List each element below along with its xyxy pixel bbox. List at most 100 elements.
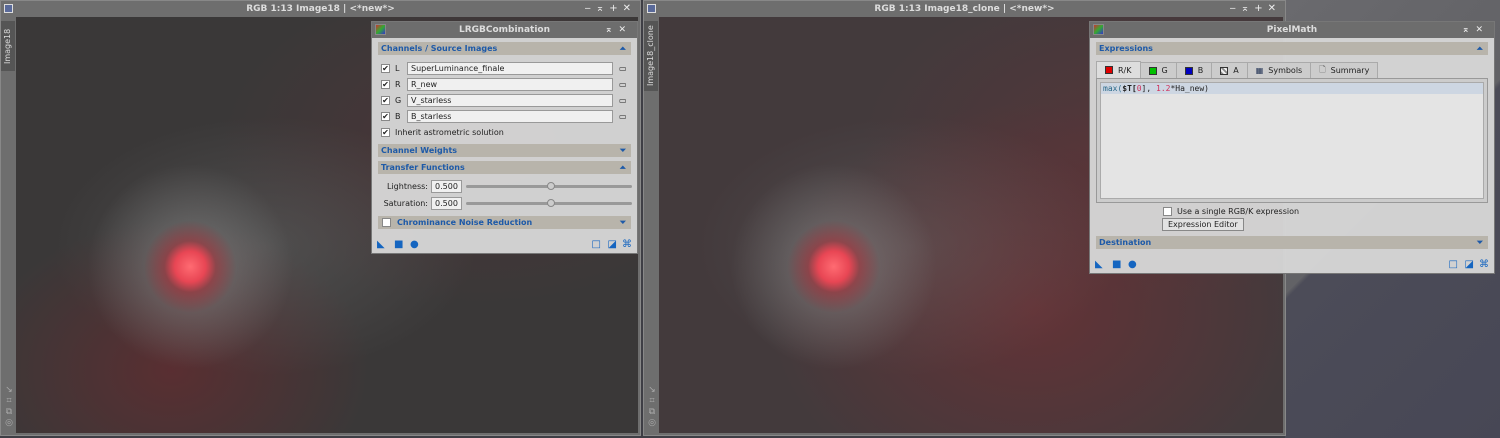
channel-checkbox[interactable]: ✔ xyxy=(381,79,390,89)
resize-icon[interactable]: ↘ xyxy=(3,385,15,396)
apply-global-icon[interactable]: ■ xyxy=(1112,259,1121,270)
target-icon[interactable]: ◎ xyxy=(3,418,15,429)
window-controls[interactable]: ‒⌅+✕ xyxy=(584,1,636,17)
section-channels[interactable]: Channels / Source Images ⏶ xyxy=(378,42,631,55)
target-icon[interactable]: ◎ xyxy=(646,418,658,429)
select-view-icon[interactable]: ▭ xyxy=(619,96,627,105)
expand-icon[interactable]: ⏷ xyxy=(620,216,626,229)
section-channel-weights[interactable]: Channel Weights ⏷ xyxy=(378,144,631,157)
apply-icon[interactable]: ● xyxy=(1128,259,1137,270)
tab-a[interactable]: A xyxy=(1211,62,1248,78)
expand-icon[interactable]: ⏷ xyxy=(1477,236,1483,249)
pixelmath-dialog: PixelMath ⌅✕ Expressions ⏶ R/K G B A ▦ Symb… xyxy=(1089,21,1495,274)
expand-icon[interactable]: ⏷ xyxy=(620,144,626,157)
section-transfer-functions[interactable]: Transfer Functions ⏶ xyxy=(378,161,631,174)
fit-icon[interactable]: ⌗ xyxy=(3,396,15,407)
alpha-swatch-icon xyxy=(1220,66,1229,75)
red-swatch-icon xyxy=(1105,66,1113,74)
channel-checkbox[interactable]: ✔ xyxy=(381,111,390,121)
collapse-icon[interactable]: ⏶ xyxy=(620,42,626,55)
channel-row-l: ✔ L SuperLuminance_finale ▭ xyxy=(372,60,637,76)
close-icon[interactable]: ✕ xyxy=(1268,3,1281,14)
browse-doc-icon[interactable]: □ xyxy=(592,239,601,250)
process-icon xyxy=(1093,24,1104,35)
shade-icon[interactable]: ⌅ xyxy=(605,25,619,35)
lightness-slider[interactable] xyxy=(466,182,632,190)
single-expression-checkbox[interactable] xyxy=(1163,207,1172,216)
window-controls[interactable]: ‒⌅+✕ xyxy=(1229,1,1281,17)
new-instance-icon[interactable]: ◣ xyxy=(1095,259,1103,270)
clone-icon[interactable]: ⧉ xyxy=(646,407,658,418)
new-instance-icon[interactable]: ◣ xyxy=(377,239,385,250)
select-view-icon[interactable]: ▭ xyxy=(619,112,627,121)
minimize-icon[interactable]: ‒ xyxy=(1229,3,1240,14)
view-id-tab[interactable]: Image18 xyxy=(1,21,15,71)
reset-icon[interactable]: ◪ xyxy=(608,239,617,250)
select-view-icon[interactable]: ▭ xyxy=(619,80,627,89)
fit-icon[interactable]: ⌗ xyxy=(646,396,658,407)
view-id-tab[interactable]: Image18_clone xyxy=(644,21,658,91)
document-icon: 🗋 xyxy=(1319,64,1326,74)
blue-swatch-icon xyxy=(1184,66,1193,75)
noise-checkbox[interactable] xyxy=(382,218,391,227)
expression-editor[interactable]: max($T[0], 1.2*Ha_new) xyxy=(1100,82,1484,199)
channel-image-input[interactable]: R_new xyxy=(407,77,613,91)
preferences-icon[interactable]: ⌘ xyxy=(1479,259,1489,270)
apply-icon[interactable]: ● xyxy=(410,239,419,250)
close-icon[interactable]: ✕ xyxy=(1475,25,1489,35)
maximize-icon[interactable]: + xyxy=(609,3,622,14)
dialog-title: LRGBCombination xyxy=(458,25,551,35)
saturation-input[interactable]: 0.500 xyxy=(431,197,462,210)
tab-symbols[interactable]: ▦ Symbols xyxy=(1246,62,1312,78)
window-menu-icon[interactable] xyxy=(647,4,656,13)
select-view-icon[interactable]: ▭ xyxy=(619,64,627,73)
channel-image-input[interactable]: V_starless xyxy=(407,93,613,107)
preferences-icon[interactable]: ⌘ xyxy=(622,239,632,250)
dialog-title: PixelMath xyxy=(1266,25,1318,35)
saturation-slider[interactable] xyxy=(466,199,632,207)
tab-label: Summary xyxy=(1330,66,1370,75)
reset-icon[interactable]: ◪ xyxy=(1465,259,1474,270)
expression-editor-button[interactable]: Expression Editor xyxy=(1162,218,1244,231)
tab-summary[interactable]: 🗋 Summary xyxy=(1310,62,1379,78)
expression-line: max($T[0], 1.2*Ha_new) xyxy=(1101,83,1483,94)
channel-image-input[interactable]: SuperLuminance_finale xyxy=(407,61,613,75)
tab-b[interactable]: B xyxy=(1175,62,1213,78)
channel-checkbox[interactable]: ✔ xyxy=(381,63,390,73)
maximize-icon[interactable]: + xyxy=(1254,3,1267,14)
browse-doc-icon[interactable]: □ xyxy=(1449,259,1458,270)
inherit-astrometric-row[interactable]: ✔ Inherit astrometric solution xyxy=(372,124,637,140)
resize-icon[interactable]: ↘ xyxy=(646,385,658,396)
close-icon[interactable]: ✕ xyxy=(623,3,636,14)
collapse-icon[interactable]: ⏶ xyxy=(620,161,626,174)
section-title: Chrominance Noise Reduction xyxy=(397,218,533,227)
section-chrominance-noise[interactable]: Chrominance Noise Reduction ⏷ xyxy=(378,216,631,229)
shade-icon[interactable]: ⌅ xyxy=(1462,25,1476,35)
single-expression-row[interactable]: Use a single RGB/K expression xyxy=(1163,207,1494,216)
channel-checkbox[interactable]: ✔ xyxy=(381,95,390,105)
collapse-icon[interactable]: ⏶ xyxy=(1477,42,1483,55)
shade-icon[interactable]: ⌅ xyxy=(1241,3,1254,14)
green-swatch-icon xyxy=(1148,66,1157,75)
section-expressions[interactable]: Expressions ⏶ xyxy=(1096,42,1488,55)
close-icon[interactable]: ✕ xyxy=(618,25,632,35)
window-title: RGB 1:13 Image18 | <*new*> xyxy=(246,4,395,14)
clone-icon[interactable]: ⧉ xyxy=(3,407,15,418)
window-menu-icon[interactable] xyxy=(4,4,13,13)
shade-icon[interactable]: ⌅ xyxy=(596,3,609,14)
tab-label: G xyxy=(1161,66,1168,75)
saturation-row: Saturation: 0.500 xyxy=(372,195,637,212)
lightness-row: Lightness: 0.500 xyxy=(372,178,637,195)
section-destination[interactable]: Destination ⏷ xyxy=(1096,236,1488,249)
tab-g[interactable]: G xyxy=(1139,62,1177,78)
lightness-input[interactable]: 0.500 xyxy=(431,180,462,193)
section-title: Transfer Functions xyxy=(381,163,465,172)
apply-global-icon[interactable]: ■ xyxy=(394,239,403,250)
inherit-checkbox[interactable]: ✔ xyxy=(381,127,390,137)
minimize-icon[interactable]: ‒ xyxy=(584,3,595,14)
channel-row-b: ✔ B B_starless ▭ xyxy=(372,108,637,124)
single-expression-label: Use a single RGB/K expression xyxy=(1177,207,1300,216)
channel-image-input[interactable]: B_starless xyxy=(407,109,613,123)
tab-rk[interactable]: R/K xyxy=(1096,61,1141,78)
side-toolbar: ↘ ⌗ ⧉ ◎ xyxy=(3,385,15,429)
